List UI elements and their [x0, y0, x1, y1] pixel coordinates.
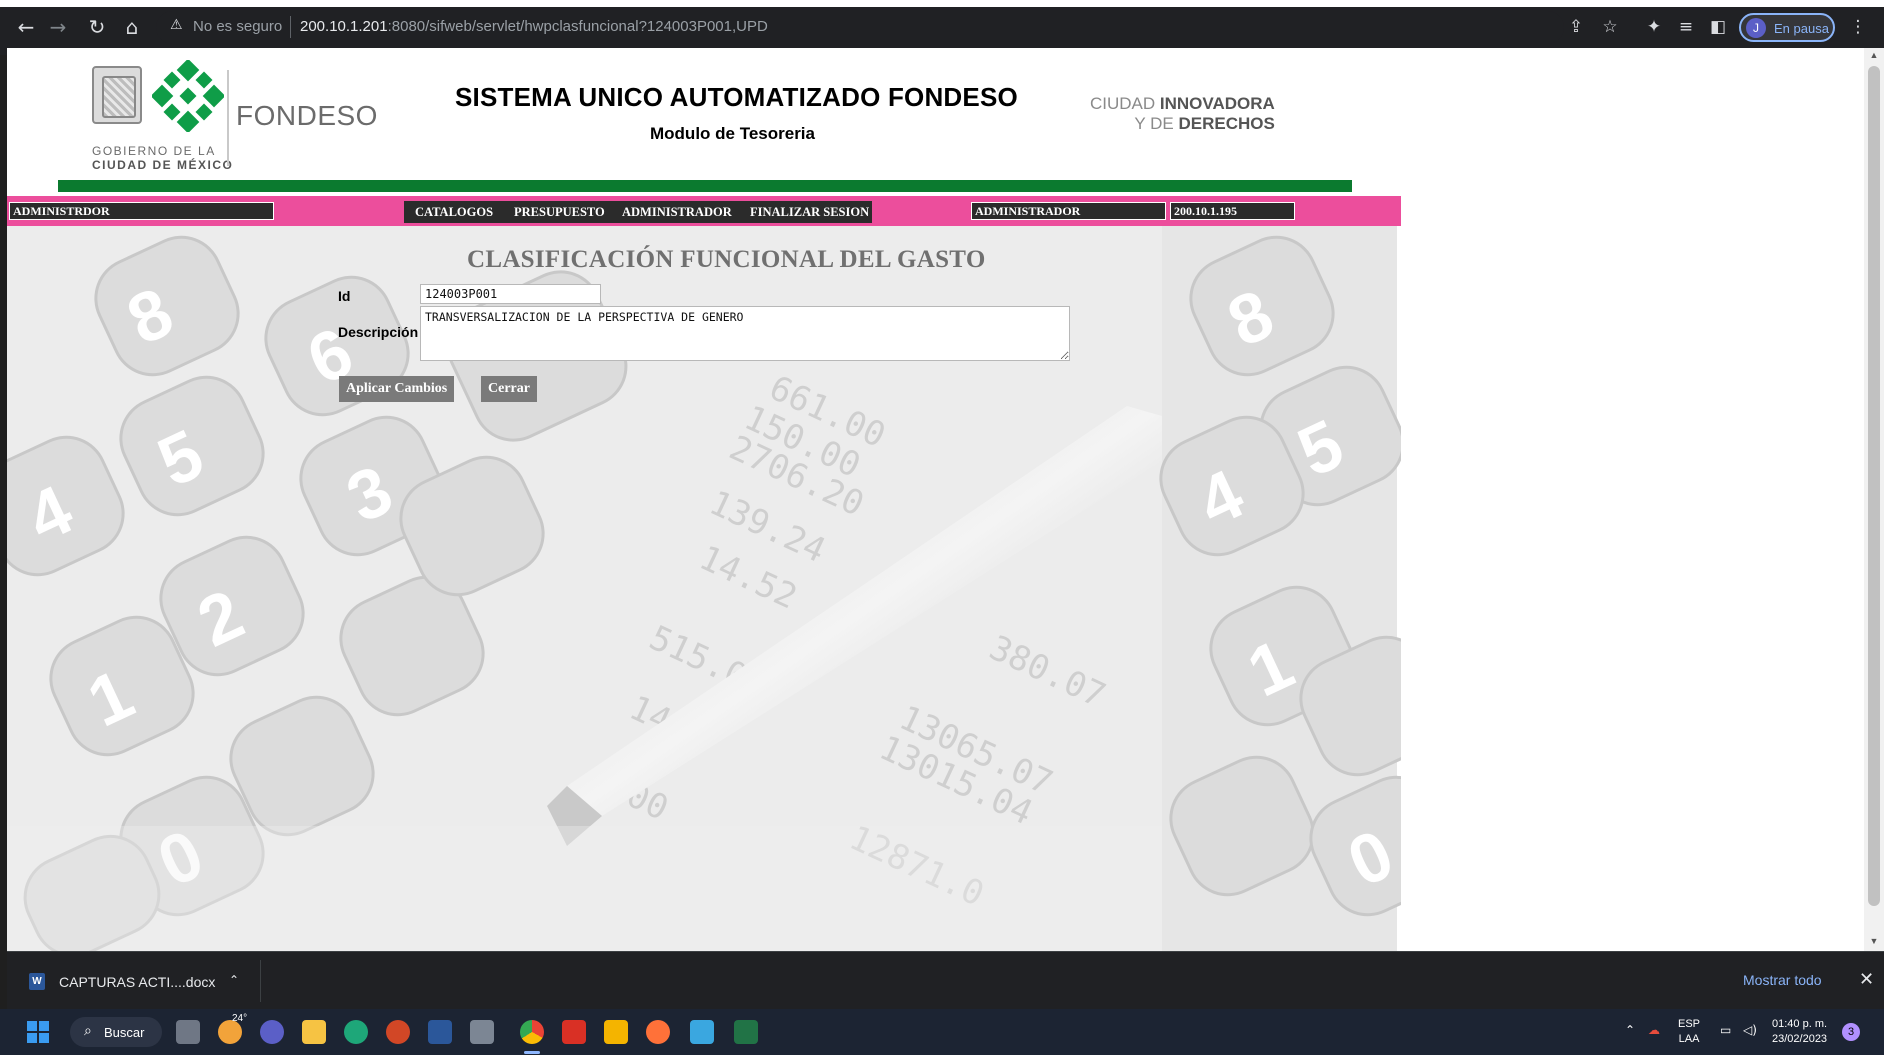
back-arrow-icon[interactable]: ← [13, 14, 39, 40]
firefox-icon[interactable] [646, 1020, 670, 1044]
scroll-up-icon[interactable]: ▲ [1868, 50, 1880, 60]
logo-line-2: CIUDAD DE MÉXICO [92, 158, 234, 172]
download-file-name[interactable]: CAPTURAS ACTI....docx [59, 974, 215, 990]
windows-start-icon[interactable] [27, 1021, 49, 1043]
browser-toolbar: ← → ↻ ⌂ ⚠ No es seguro 200.10.1.201:8080… [0, 0, 1884, 55]
search-label: Buscar [104, 1025, 145, 1040]
home-icon[interactable]: ⌂ [119, 14, 145, 40]
url-path: :8080/sifweb/servlet/hwpclasfuncional?12… [387, 18, 768, 35]
clock[interactable]: 01:40 p. m. 23/02/2023 [1772, 1017, 1827, 1047]
window-top-edge [0, 0, 1884, 7]
profile-button[interactable]: J En pausa [1739, 13, 1835, 42]
notepad-icon[interactable] [690, 1020, 714, 1044]
slogan-part-bold: DERECHOS [1178, 114, 1275, 133]
cdmx-logo: GOBIERNO DE LA CIUDAD DE MÉXICO [82, 58, 242, 172]
url-text[interactable]: 200.10.1.201:8080/sifweb/servlet/hwpclas… [300, 18, 768, 35]
menu-item-presupuesto[interactable]: PRESUPUESTO [514, 205, 605, 220]
page-scrollbar[interactable]: ▲ ▼ [1864, 48, 1884, 951]
cdmx-knot-icon [152, 60, 224, 132]
menu-item-catalogos[interactable]: CATALOGOS [415, 205, 493, 220]
logo-line-1: GOBIERNO DE LA [92, 144, 216, 158]
language-indicator[interactable]: ESP LAA [1678, 1017, 1700, 1047]
excel-icon[interactable] [734, 1020, 758, 1044]
lang-code: ESP [1678, 1018, 1701, 1030]
slogan: CIUDAD INNOVADORA Y DE DERECHOS [1090, 94, 1275, 134]
coat-of-arms-icon [92, 66, 142, 124]
chevron-up-icon[interactable]: ⌃ [229, 973, 239, 987]
form-title: CLASIFICACIÓN FUNCIONAL DEL GASTO [467, 246, 986, 273]
system-title: SISTEMA UNICO AUTOMATIZADO FONDESO [455, 82, 1018, 112]
apply-changes-button[interactable]: Aplicar Cambios [339, 376, 455, 402]
forward-arrow-icon[interactable]: → [45, 14, 71, 40]
main-menu: CATALOGOS PRESUPUESTO ADMINISTRADOR FINA… [404, 201, 872, 223]
slogan-part: Y DE [1134, 114, 1179, 133]
search-icon: ⌕ [84, 1023, 92, 1039]
url-host: 200.10.1.201 [300, 18, 388, 35]
security-label[interactable]: No es seguro [193, 18, 282, 35]
scroll-down-icon[interactable]: ▼ [1868, 936, 1880, 946]
network-icon[interactable]: ▭ [1720, 1023, 1731, 1037]
menu-dots-icon[interactable]: ⋮ [1846, 15, 1870, 39]
logo-divider [227, 70, 229, 166]
green-divider-bar [58, 180, 1352, 192]
page-viewport: GOBIERNO DE LA CIUDAD DE MÉXICO FONDESO … [7, 48, 1864, 951]
user-role-right: ADMINISTRADOR [971, 202, 1166, 220]
scroll-thumb[interactable] [1868, 66, 1880, 906]
avatar: J [1746, 18, 1766, 38]
word-icon[interactable] [428, 1020, 452, 1044]
warning-icon[interactable]: ⚠ [170, 17, 183, 33]
edge-icon[interactable] [344, 1020, 368, 1044]
powerpoint-icon[interactable] [386, 1020, 410, 1044]
slogan-part: CIUDAD [1090, 94, 1160, 113]
share-icon[interactable]: ⇪ [1564, 15, 1588, 39]
clock-time: 01:40 p. m. [1772, 1018, 1828, 1030]
show-all-button[interactable]: Mostrar todo [1733, 964, 1832, 996]
profile-status: En pausa [1774, 21, 1829, 36]
download-divider [260, 960, 261, 1002]
teams-chat-icon[interactable] [260, 1020, 284, 1044]
active-app-indicator [524, 1051, 540, 1054]
close-button[interactable]: Cerrar [481, 376, 537, 402]
user-role-left: ADMINISTRDOR [9, 202, 274, 220]
menu-item-administrador[interactable]: ADMINISTRADOR [622, 205, 732, 220]
notification-badge[interactable]: 3 [1842, 1023, 1860, 1041]
side-panel-icon[interactable]: ◧ [1706, 15, 1730, 39]
address-separator [290, 16, 291, 38]
id-label: Id [338, 288, 351, 304]
description-field[interactable]: TRANSVERSALIZACION DE LA PERSPECTIVA DE … [420, 306, 1070, 361]
onedrive-icon[interactable]: ☁ [1648, 1023, 1660, 1037]
windows-taskbar: ⌕ Buscar 24° ⌃ ☁ ESP LAA ▭ ◁) 01:40 p. m… [0, 1009, 1884, 1055]
clock-date: 23/02/2023 [1772, 1033, 1828, 1045]
module-subtitle: Modulo de Tesoreria [650, 124, 815, 143]
acrobat-icon[interactable] [562, 1020, 586, 1044]
reload-icon[interactable]: ↻ [84, 14, 110, 40]
file-explorer-icon[interactable] [302, 1020, 326, 1044]
chrome-icon[interactable] [520, 1020, 544, 1044]
id-field[interactable] [420, 284, 601, 304]
gobierno-cdmx-text: GOBIERNO DE LA CIUDAD DE MÉXICO [92, 144, 233, 172]
taskbar-search[interactable]: ⌕ Buscar [70, 1017, 162, 1047]
description-label: Descripción [338, 324, 419, 340]
content-area: 8 6 5 4 2 3 1 0 8 5 4 1 0 661.00 150.00 … [7, 226, 1401, 951]
weather-temp: 24° [232, 1013, 248, 1024]
power-automate-icon[interactable] [604, 1020, 628, 1044]
calculator-icon[interactable] [470, 1020, 494, 1044]
download-shelf: W CAPTURAS ACTI....docx ⌃ Mostrar todo ✕ [7, 951, 1884, 1009]
task-view-icon[interactable] [176, 1020, 200, 1044]
org-name: FONDESO [236, 100, 378, 131]
navbar: ADMINISTRDOR CATALOGOS PRESUPUESTO ADMIN… [7, 196, 1401, 226]
slogan-part-bold: INNOVADORA [1159, 94, 1275, 113]
star-icon[interactable]: ☆ [1598, 15, 1622, 39]
volume-icon[interactable]: ◁) [1743, 1023, 1757, 1037]
extensions-icon[interactable]: ✦ [1642, 15, 1666, 39]
keyboard-code: LAA [1678, 1033, 1700, 1045]
close-icon[interactable]: ✕ [1859, 969, 1874, 990]
client-ip: 200.10.1.195 [1170, 202, 1295, 220]
tray-expand-icon[interactable]: ⌃ [1625, 1023, 1635, 1037]
word-doc-icon[interactable]: W [29, 973, 45, 990]
reading-list-icon[interactable]: ≡ [1674, 15, 1698, 39]
menu-item-finalizar-sesion[interactable]: FINALIZAR SESION [750, 205, 869, 220]
